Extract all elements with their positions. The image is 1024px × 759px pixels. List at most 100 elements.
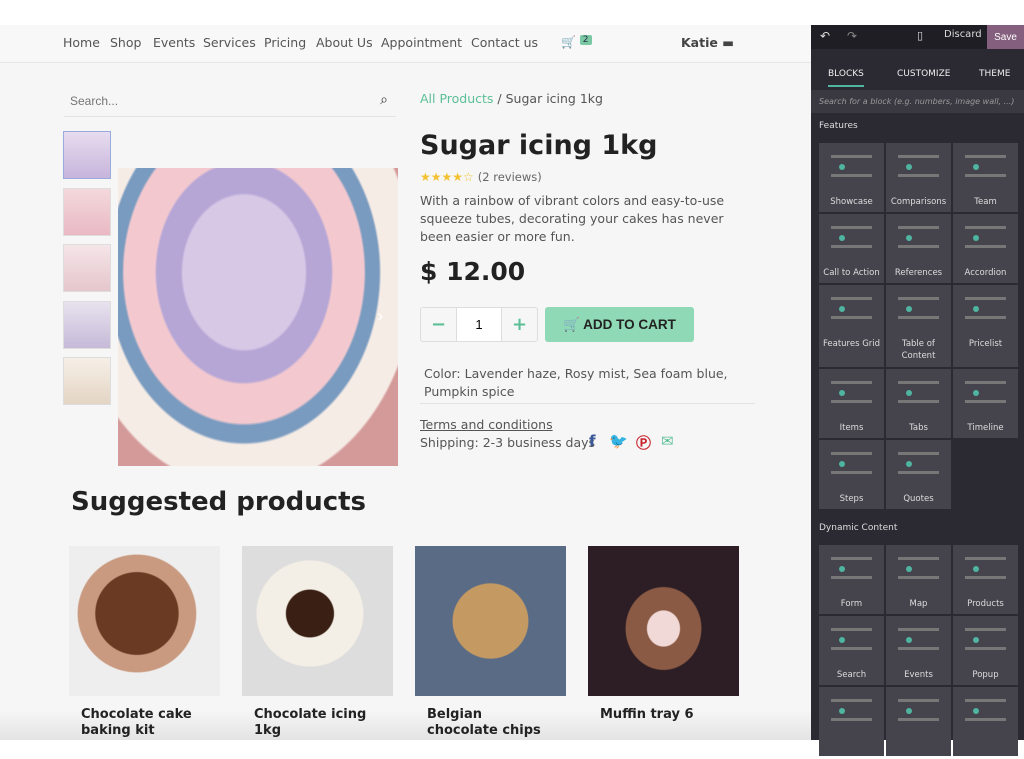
mobile-icon[interactable]: ▯ bbox=[917, 29, 923, 42]
block-preview-icon bbox=[965, 557, 1006, 579]
block-tile[interactable]: Quotes bbox=[886, 440, 951, 509]
thumbnail[interactable] bbox=[63, 188, 111, 236]
product-card-image[interactable] bbox=[588, 546, 739, 696]
tab-theme[interactable]: THEME bbox=[979, 69, 1010, 79]
product-card-name[interactable]: Chocolate icing 1kg bbox=[254, 707, 384, 739]
increase-button[interactable]: + bbox=[502, 308, 537, 341]
block-tile[interactable]: Products bbox=[953, 545, 1018, 614]
block-tile[interactable]: Features Grid bbox=[819, 285, 884, 367]
block-preview-icon bbox=[831, 628, 872, 650]
pinterest-icon[interactable]: Ⓟ bbox=[636, 432, 651, 453]
block-tile[interactable]: Map bbox=[886, 545, 951, 614]
product-description: With a rainbow of vibrant colors and eas… bbox=[420, 193, 725, 244]
block-tile[interactable]: Comparisons bbox=[886, 143, 951, 212]
cart-icon: 🛒 bbox=[561, 35, 576, 49]
block-tile[interactable]: Search bbox=[819, 616, 884, 685]
nav-home[interactable]: Home bbox=[63, 35, 100, 50]
undo-icon[interactable]: ↶ bbox=[820, 29, 830, 43]
nav-pricing[interactable]: Pricing bbox=[264, 35, 306, 50]
nav-about[interactable]: About Us bbox=[316, 35, 373, 50]
product-card-image[interactable] bbox=[69, 546, 220, 696]
block-tile[interactable]: Events bbox=[886, 616, 951, 685]
add-to-cart-button[interactable]: 🛒 ADD TO CART bbox=[545, 307, 694, 342]
cart-link[interactable]: 🛒 2 bbox=[561, 35, 592, 49]
terms-link[interactable]: Terms and conditions bbox=[420, 417, 553, 432]
breadcrumb: All Products / Sugar icing 1kg bbox=[420, 91, 603, 106]
quantity-stepper: − + bbox=[420, 307, 538, 342]
discard-button[interactable]: Discard bbox=[944, 29, 982, 40]
block-tile[interactable] bbox=[886, 687, 951, 756]
twitter-icon[interactable]: 🐦 bbox=[609, 432, 628, 450]
block-label: Events bbox=[904, 670, 933, 680]
block-label: Comparisons bbox=[890, 197, 947, 207]
dynamic-heading: Dynamic Content bbox=[819, 523, 898, 533]
search-icon[interactable]: ⌕ bbox=[380, 92, 388, 108]
chevron-right-icon[interactable]: › bbox=[377, 306, 384, 327]
block-tile[interactable]: Steps bbox=[819, 440, 884, 509]
nav-services[interactable]: Services bbox=[203, 35, 256, 50]
breadcrumb-parent[interactable]: All Products bbox=[420, 91, 493, 106]
thumbnail[interactable] bbox=[63, 244, 111, 292]
user-menu[interactable]: Katie ▬ bbox=[681, 35, 734, 50]
thumbnail[interactable] bbox=[63, 301, 111, 349]
save-button[interactable]: Save bbox=[987, 25, 1024, 49]
block-tile[interactable]: References bbox=[886, 214, 951, 283]
block-tile[interactable]: Showcase bbox=[819, 143, 884, 212]
tab-blocks[interactable]: BLOCKS bbox=[828, 69, 864, 87]
editor-panel: ↶ ↷ ▯ Discard Save BLOCKS CUSTOMIZE THEM… bbox=[811, 25, 1024, 756]
dynamic-grid: Form Map Products Search Events Popup bbox=[811, 545, 1024, 756]
redo-icon[interactable]: ↷ bbox=[847, 29, 857, 43]
product-card-image[interactable] bbox=[415, 546, 566, 696]
block-label: Showcase bbox=[830, 197, 873, 207]
product-card-name[interactable]: Belgian chocolate chips bbox=[427, 707, 557, 739]
product-card-name[interactable]: Chocolate cake baking kit bbox=[81, 707, 211, 739]
block-preview-icon bbox=[831, 297, 872, 319]
block-label: Team bbox=[974, 197, 997, 207]
block-preview-icon bbox=[898, 628, 939, 650]
nav-events[interactable]: Events bbox=[153, 35, 195, 50]
block-search-input[interactable]: Search for a block (e.g. numbers, image … bbox=[811, 91, 1024, 113]
block-tile[interactable]: Team bbox=[953, 143, 1018, 212]
quantity-input[interactable] bbox=[456, 308, 502, 341]
product-card-image[interactable] bbox=[242, 546, 393, 696]
block-preview-icon bbox=[831, 699, 872, 721]
block-tile[interactable]: Pricelist bbox=[953, 285, 1018, 367]
editor-tabs: BLOCKS CUSTOMIZE THEME bbox=[811, 49, 1024, 91]
nav-shop[interactable]: Shop bbox=[110, 35, 141, 50]
top-navbar: Home Shop Events Services Pricing About … bbox=[0, 25, 811, 63]
reviews-count[interactable]: (2 reviews) bbox=[478, 170, 542, 184]
rating-stars: ★★★★☆ (2 reviews) bbox=[420, 170, 542, 184]
block-tile[interactable]: Call to Action bbox=[819, 214, 884, 283]
block-tile[interactable]: Accordion bbox=[953, 214, 1018, 283]
tab-customize[interactable]: CUSTOMIZE bbox=[897, 69, 950, 79]
product-card-name[interactable]: Muffin tray 6 bbox=[600, 707, 730, 723]
website-preview: Home Shop Events Services Pricing About … bbox=[0, 25, 811, 740]
search-input[interactable] bbox=[64, 87, 354, 115]
block-tile[interactable] bbox=[953, 687, 1018, 756]
block-preview-icon bbox=[898, 297, 939, 319]
suggested-title: Suggested products bbox=[71, 487, 367, 517]
block-label: Popup bbox=[972, 670, 999, 680]
nav-appointment[interactable]: Appointment bbox=[381, 35, 462, 50]
block-tile[interactable] bbox=[819, 687, 884, 756]
features-heading: Features bbox=[819, 121, 858, 131]
block-label: Tabs bbox=[909, 423, 928, 433]
divider bbox=[420, 403, 755, 404]
email-icon[interactable]: ✉ bbox=[661, 432, 674, 450]
facebook-icon[interactable]: f bbox=[589, 432, 596, 450]
block-tile[interactable]: Timeline bbox=[953, 369, 1018, 438]
block-label: Pricelist bbox=[968, 339, 1003, 349]
block-tile[interactable]: Tabs bbox=[886, 369, 951, 438]
block-label: Form bbox=[840, 599, 863, 609]
block-tile[interactable]: Popup bbox=[953, 616, 1018, 685]
nav-contact[interactable]: Contact us bbox=[471, 35, 538, 50]
editor-toolbar: ↶ ↷ ▯ Discard Save bbox=[811, 25, 1024, 49]
thumbnail[interactable] bbox=[63, 131, 111, 179]
block-tile[interactable]: Table of Content bbox=[886, 285, 951, 367]
shipping-info: Shipping: 2-3 business days bbox=[420, 435, 596, 450]
block-tile[interactable]: Form bbox=[819, 545, 884, 614]
cart-icon: 🛒 bbox=[563, 316, 584, 332]
thumbnail[interactable] bbox=[63, 357, 111, 405]
block-tile[interactable]: Items bbox=[819, 369, 884, 438]
decrease-button[interactable]: − bbox=[421, 308, 456, 341]
